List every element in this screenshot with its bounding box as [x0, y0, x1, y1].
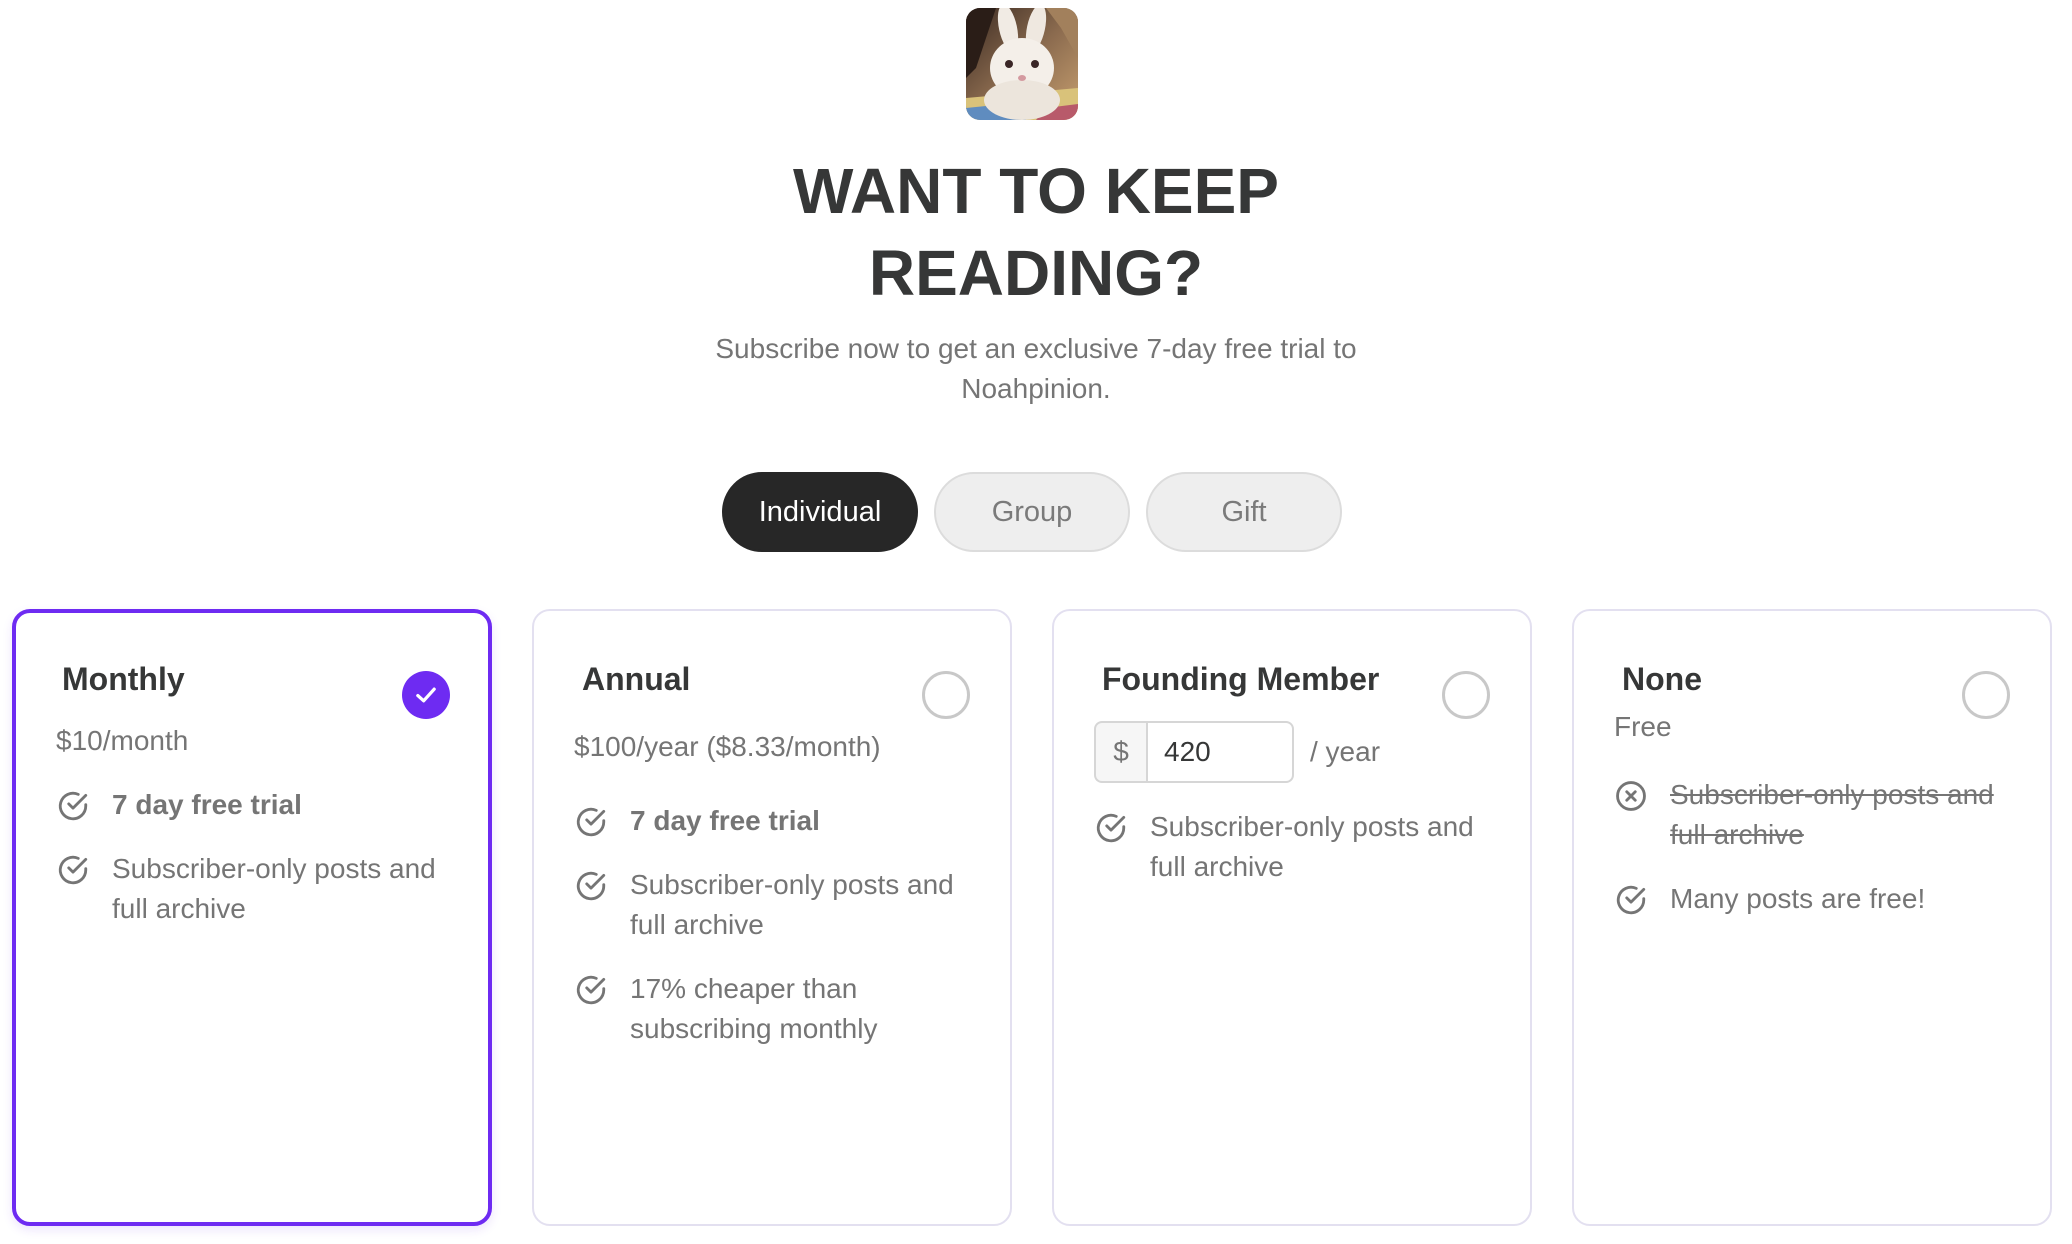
plan-price: $100/year ($8.33/month)	[574, 731, 881, 762]
plan-feature-text: Subscriber-only posts and full archive	[1150, 811, 1474, 882]
plan-feature: Subscriber-only posts and full archive	[56, 849, 458, 929]
plan-feature: 7 day free trial	[56, 785, 458, 825]
founding-amount-row: $ / year	[1094, 721, 1380, 783]
plan-card-monthly[interactable]: Monthly $10/month 7 day free trial Subsc…	[12, 609, 492, 1226]
founding-amount-input[interactable]	[1146, 721, 1294, 783]
plan-feature: 17% cheaper than subscribing monthly	[574, 969, 980, 1049]
currency-symbol: $	[1094, 721, 1146, 783]
subtitle-line-1: Subscribe now to get an exclusive 7-day …	[715, 333, 1357, 364]
plan-feature: Subscriber-only posts and full archive	[1614, 775, 2020, 855]
plan-feature-text: 7 day free trial	[112, 789, 302, 820]
check-circle-icon	[576, 975, 606, 1005]
tab-group[interactable]: Group	[934, 472, 1130, 552]
tab-gift[interactable]: Gift	[1146, 472, 1342, 552]
plan-feature-text: Subscriber-only posts and full archive	[630, 869, 954, 940]
plan-feature: Subscriber-only posts and full archive	[574, 865, 980, 945]
check-circle-icon	[1096, 813, 1126, 843]
plan-feature-text: Many posts are free!	[1670, 883, 1926, 914]
plan-feature-text: Subscriber-only posts and full archive	[1670, 779, 1994, 850]
tab-individual[interactable]: Individual	[722, 472, 918, 552]
subtitle-line-2: Noahpinion.	[961, 373, 1111, 404]
plan-feature: 7 day free trial	[574, 801, 980, 841]
plan-radio-selected[interactable]	[402, 671, 450, 719]
check-circle-icon	[58, 855, 88, 885]
plan-card-founding-member[interactable]: Founding Member $ / year Subscriber-only…	[1052, 609, 1532, 1226]
plan-price: Free	[1614, 711, 1672, 742]
plan-feature: Many posts are free!	[1614, 879, 2020, 919]
check-circle-icon	[1616, 885, 1646, 915]
check-circle-icon	[576, 807, 606, 837]
check-circle-icon	[576, 871, 606, 901]
plan-feature-text: 7 day free trial	[630, 805, 820, 836]
rabbit-avatar-image	[966, 8, 1078, 120]
title-line-1: WANT TO KEEP	[793, 155, 1279, 227]
plan-name: Annual	[582, 661, 691, 697]
title-line-2: READING?	[868, 237, 1204, 309]
plan-feature-text: Subscriber-only posts and full archive	[112, 853, 436, 924]
plan-card-none[interactable]: None Free Subscriber-only posts and full…	[1572, 609, 2052, 1226]
plan-radio[interactable]	[922, 671, 970, 719]
check-circle-icon	[58, 791, 88, 821]
plan-feature-text: 17% cheaper than subscribing monthly	[630, 973, 878, 1044]
subscription-type-tabs: Individual Group Gift	[722, 472, 1342, 552]
page-title: WANT TO KEEP READING?	[636, 150, 1436, 314]
x-circle-icon	[1616, 781, 1646, 811]
plan-price: $10/month	[56, 725, 189, 756]
plan-radio[interactable]	[1442, 671, 1490, 719]
page-subtitle: Subscribe now to get an exclusive 7-day …	[636, 329, 1436, 409]
plan-card-annual[interactable]: Annual $100/year ($8.33/month) 7 day fre…	[532, 609, 1012, 1226]
publication-avatar	[966, 8, 1078, 120]
checkmark-icon	[416, 687, 436, 703]
plan-name: None	[1622, 661, 1702, 697]
plan-name: Founding Member	[1102, 661, 1380, 697]
plan-radio[interactable]	[1962, 671, 2010, 719]
plan-name: Monthly	[62, 661, 185, 697]
founding-period: / year	[1310, 736, 1381, 767]
plan-feature: Subscriber-only posts and full archive	[1094, 807, 1500, 887]
